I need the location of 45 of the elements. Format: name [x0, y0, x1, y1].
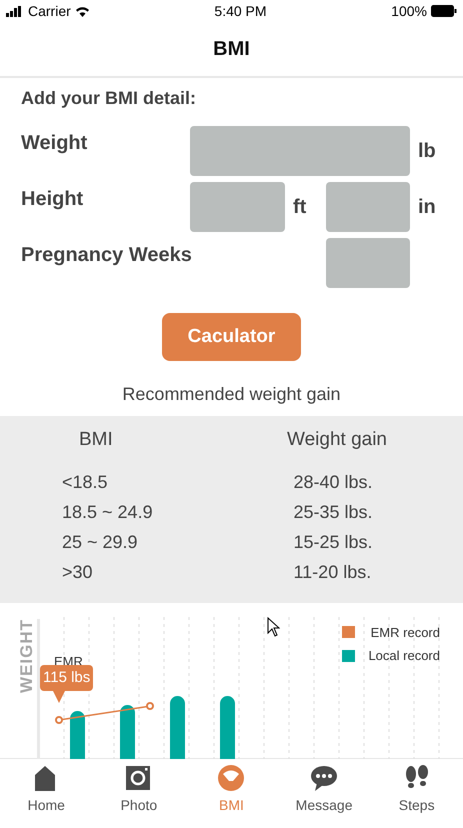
signal-icon: [6, 6, 24, 16]
field-label: Weight: [21, 130, 88, 156]
input-field[interactable]: [326, 182, 410, 232]
form-heading: Add your BMI detail:: [21, 88, 197, 110]
tab-item[interactable]: Message: [278, 758, 370, 817]
legend-label: EMR record: [370, 624, 440, 642]
axis-label: WEIGHT: [17, 618, 35, 693]
table-cell-text: 15-25 lbs.: [294, 530, 373, 554]
table-cell-text: <18.5: [62, 470, 108, 494]
table-cell-text: 25 ~ 29.9: [62, 530, 138, 554]
unit-label: lb: [417, 138, 437, 164]
legend-label: Local record: [368, 647, 440, 666]
unit-label: ft: [292, 194, 308, 220]
table-cell-text: 11-20 lbs.: [294, 560, 372, 584]
tab-item[interactable]: Steps: [370, 758, 463, 817]
column-header: Weight gain: [287, 428, 387, 452]
table-cell-text: 25-35 lbs.: [294, 500, 373, 524]
battery-percent: 100%: [391, 2, 427, 20]
table-cell-text: 18.5 ~ 24.9: [62, 500, 153, 524]
table-cell-text: 28-40 lbs.: [294, 470, 373, 494]
scale-icon: [218, 764, 244, 792]
camera-icon: [126, 764, 152, 792]
bar: [220, 696, 235, 759]
input-field[interactable]: [190, 126, 410, 176]
bar: [70, 710, 85, 759]
bar: [170, 696, 185, 759]
screen-title: BMI: [213, 37, 250, 62]
table-cell-text: >30: [62, 560, 93, 584]
cursor-icon: [267, 616, 280, 637]
tab-item[interactable]: Photo: [92, 758, 186, 817]
tooltip: 115 lbs: [40, 664, 94, 703]
tab-item[interactable]: Home: [0, 758, 93, 817]
input-field[interactable]: [190, 182, 285, 232]
status-time: 5:40 PM: [214, 2, 267, 20]
input-field[interactable]: [326, 238, 410, 288]
carrier-name: Carrier: [28, 2, 71, 20]
section-title: Recommended weight gain: [122, 383, 341, 406]
field-label: Height: [21, 186, 84, 212]
bar: [120, 704, 135, 759]
field-label: Pregnancy Weeks: [21, 242, 190, 268]
wifi-icon: [74, 6, 90, 16]
unit-label: in: [417, 194, 437, 220]
column-header: BMI: [79, 428, 113, 452]
chat-icon: [311, 764, 338, 792]
battery-icon: [430, 5, 457, 17]
